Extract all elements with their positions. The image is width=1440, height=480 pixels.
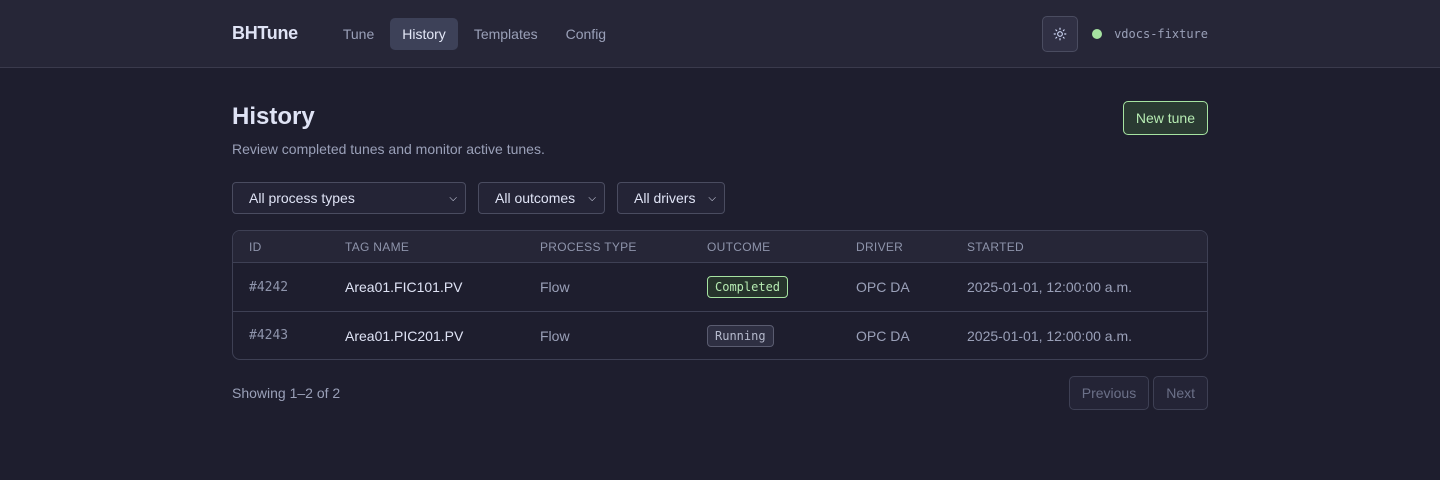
next-button[interactable]: Next: [1153, 376, 1208, 410]
row-id: #4243: [249, 328, 289, 343]
driver-select-value: All drivers: [634, 190, 696, 206]
previous-button[interactable]: Previous: [1068, 376, 1150, 410]
connection-status: vdocs-fixture: [1092, 27, 1208, 41]
row-process-type: Flow: [540, 279, 570, 295]
chevron-down-icon: ⌵: [588, 192, 596, 204]
row-driver: OPC DA: [856, 279, 910, 295]
filter-bar: All process types ⌵ All outcomes ⌵ All d…: [232, 182, 1208, 214]
brand-logo[interactable]: BHTune: [232, 23, 298, 44]
header-tag-name: TAG NAME: [345, 239, 410, 254]
row-outcome: Completed: [707, 276, 856, 298]
new-tune-button[interactable]: New tune: [1122, 101, 1208, 135]
main-content: History Review completed tunes and monit…: [232, 68, 1208, 410]
nav-templates[interactable]: Templates: [462, 18, 550, 50]
row-process-type: Flow: [540, 327, 570, 344]
page-subtitle: Review completed tunes and monitor activ…: [232, 141, 545, 157]
history-table: ID TAG NAME PROCESS TYPE OUTCOME DRIVER …: [232, 230, 1208, 360]
header-outcome: OUTCOME: [707, 239, 771, 254]
outcome-select-value: All outcomes: [495, 190, 576, 206]
row-outcome: Running: [707, 324, 856, 347]
row-driver: OPC DA: [856, 327, 910, 344]
main-nav: Tune History Templates Config: [331, 17, 618, 50]
row-started: 2025-01-01, 12:00:00 a.m.: [967, 279, 1133, 295]
chevron-down-icon: ⌵: [449, 192, 457, 204]
nav-tune[interactable]: Tune: [331, 18, 386, 50]
status-badge: Completed: [707, 276, 789, 298]
theme-toggle-button[interactable]: [1042, 15, 1079, 52]
nav-config[interactable]: Config: [554, 18, 618, 50]
pager: Previous Next: [1068, 376, 1208, 410]
header-process-type: PROCESS TYPE: [540, 239, 637, 254]
row-tag-name[interactable]: Area01.FIC101.PV: [345, 279, 540, 295]
process-type-select[interactable]: All process types ⌵: [232, 182, 466, 214]
top-bar: BHTune Tune History Templates Config vdo…: [0, 0, 1440, 68]
driver-select[interactable]: All drivers ⌵: [617, 182, 725, 214]
pagination-row: Showing 1–2 of 2 Previous Next: [232, 376, 1208, 410]
row-started: 2025-01-01, 12:00:00 a.m.: [967, 327, 1133, 344]
status-badge: Running: [707, 324, 774, 347]
row-tag-name[interactable]: Area01.PIC201.PV: [345, 328, 540, 344]
table-row[interactable]: #4243 Area01.PIC201.PV Flow Running OPC …: [233, 311, 1207, 359]
table-header: ID TAG NAME PROCESS TYPE OUTCOME DRIVER …: [233, 231, 1207, 263]
pagination-summary: Showing 1–2 of 2: [232, 385, 341, 401]
header-driver: DRIVER: [856, 239, 904, 254]
process-type-select-value: All process types: [249, 190, 355, 206]
sun-icon: [1053, 27, 1067, 40]
header-started: STARTED: [967, 239, 1024, 254]
nav-history[interactable]: History: [390, 17, 458, 50]
status-dot-icon: [1092, 28, 1103, 39]
row-id: #4242: [249, 279, 289, 295]
chevron-down-icon: ⌵: [708, 192, 716, 204]
header-id: ID: [249, 239, 262, 254]
page-title: History: [232, 103, 315, 130]
outcome-select[interactable]: All outcomes ⌵: [478, 182, 605, 214]
connection-name: vdocs-fixture: [1114, 26, 1208, 41]
table-row[interactable]: #4242 Area01.FIC101.PV Flow Completed OP…: [233, 263, 1207, 311]
